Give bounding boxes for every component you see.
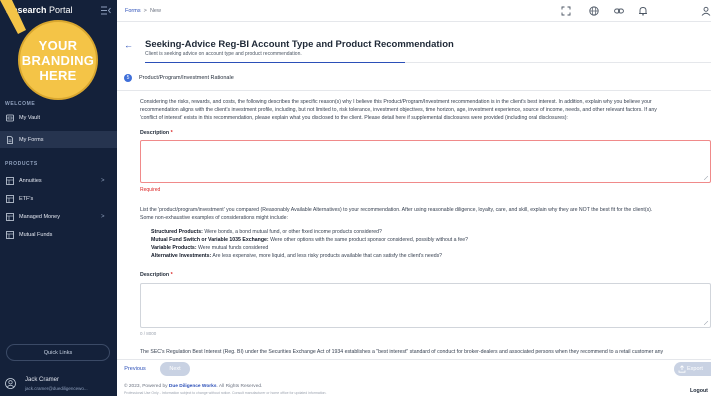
section-label-products: PRODUCTS: [5, 161, 38, 167]
link-icon[interactable]: [614, 6, 624, 16]
sidebar-item-my-forms[interactable]: My Forms: [0, 131, 117, 148]
sidebar-item-managed-money[interactable]: Managed Money >: [0, 208, 117, 225]
brand-link[interactable]: Due Diligence Works: [169, 384, 217, 389]
step-title: Product/Program/Investment Rationale: [139, 75, 234, 81]
description-label: Description *: [140, 272, 173, 278]
disclaimer-text: Professional Use Only - Information subj…: [124, 391, 327, 395]
breadcrumb-separator: >: [143, 8, 147, 14]
consideration-item: Mutual Fund Switch or Variable 1035 Exch…: [151, 237, 469, 243]
export-icon: [678, 365, 686, 373]
section-label-welcome: WELCOME: [5, 101, 36, 107]
user-name: Jack Cramer: [25, 377, 60, 383]
bell-icon[interactable]: [638, 6, 648, 16]
page-title: Seeking-Advice Reg-BI Account Type and P…: [145, 39, 454, 50]
alternatives-description-textarea[interactable]: [140, 283, 711, 328]
sidebar-item-annuities[interactable]: Annuities >: [0, 172, 117, 189]
instruction-text: Considering the risks, rewards, and cost…: [140, 99, 652, 105]
badge-line: BRANDING: [21, 52, 95, 68]
description-label: Description *: [140, 130, 173, 136]
consideration-item: Variable Products: Were mutual funds con…: [151, 245, 269, 251]
export-button[interactable]: Export: [674, 362, 711, 376]
table-icon: [6, 176, 14, 185]
badge-line: HERE: [39, 67, 77, 83]
sidebar-item-etfs[interactable]: ETF's: [0, 190, 117, 207]
instruction-text: List the 'product/program/investment' yo…: [140, 207, 653, 213]
breadcrumb: Forms > New: [125, 8, 161, 14]
sidebar-item-my-vault[interactable]: My Vault: [0, 109, 117, 126]
divider: [117, 359, 711, 360]
divider: [405, 62, 711, 63]
sidebar-item-label: Mutual Funds: [19, 231, 53, 238]
document-icon: [7, 135, 13, 144]
sidebar-item-mutual-funds[interactable]: Mutual Funds: [0, 226, 117, 243]
branding-placeholder-badge: YOUR BRANDING HERE: [18, 20, 98, 100]
resize-handle-icon[interactable]: [704, 176, 708, 180]
required-error: Required: [140, 187, 161, 193]
character-counter: 0 / 8000: [140, 331, 157, 336]
user-avatar-icon: [5, 378, 16, 389]
user-icon[interactable]: [701, 6, 711, 16]
export-label: Export: [687, 366, 703, 372]
fullscreen-icon[interactable]: [561, 6, 571, 16]
consideration-item: Alternative Investments: Are less expens…: [151, 253, 443, 259]
sidebar-item-label: My Forms: [19, 136, 44, 143]
sidebar-item-label: Managed Money: [19, 213, 60, 220]
instruction-text: recommendation aligns with the client's …: [140, 107, 657, 113]
description-textarea[interactable]: [140, 140, 711, 183]
breadcrumb-current: New: [149, 8, 161, 14]
progress-divider: [145, 62, 405, 63]
previous-button[interactable]: Previous: [117, 362, 153, 376]
badge-line: YOUR: [38, 37, 78, 53]
logout-link[interactable]: Logout: [690, 388, 708, 394]
page-subtitle: Client is seeking advice on account type…: [145, 51, 302, 57]
user-email: jack.cramer@duediligencewo...: [25, 386, 88, 391]
user-profile[interactable]: Jack Cramer jack.cramer@duediligencewo..…: [0, 372, 117, 396]
instruction-text: Some non-exhaustive examples of consider…: [140, 215, 288, 221]
next-button[interactable]: Next: [160, 362, 190, 376]
vault-icon: [6, 114, 14, 121]
resize-handle-icon[interactable]: [704, 321, 708, 325]
menu-collapse-icon[interactable]: [101, 6, 111, 15]
chevron-right-icon: >: [101, 177, 105, 184]
table-icon: [6, 230, 14, 239]
chevron-right-icon: >: [101, 213, 105, 220]
top-bar: Forms > New: [117, 0, 711, 22]
divider: [117, 90, 711, 91]
badge-pointer-shape: [0, 0, 26, 34]
quick-links-button[interactable]: Quick Links: [6, 344, 110, 361]
sidebar-item-label: Annuities: [19, 177, 42, 184]
sidebar-item-label: My Vault: [19, 114, 40, 121]
instruction-text: The SEC's Regulation Best Interest (Reg.…: [140, 349, 664, 355]
instruction-text: 'conflict of interest' exists in this re…: [140, 115, 568, 121]
consideration-item: Structured Products: Were bonds, a bond …: [151, 229, 382, 235]
copyright-text: © 2023, Powered by Due Diligence Works. …: [124, 384, 263, 389]
breadcrumb-forms-link[interactable]: Forms: [125, 8, 141, 14]
table-icon: [6, 194, 14, 203]
back-arrow-icon[interactable]: ←: [124, 40, 133, 50]
step-number-badge: 5: [124, 74, 132, 82]
sidebar-item-label: ETF's: [19, 195, 34, 202]
table-icon: [6, 212, 14, 221]
globe-icon[interactable]: [589, 6, 599, 16]
